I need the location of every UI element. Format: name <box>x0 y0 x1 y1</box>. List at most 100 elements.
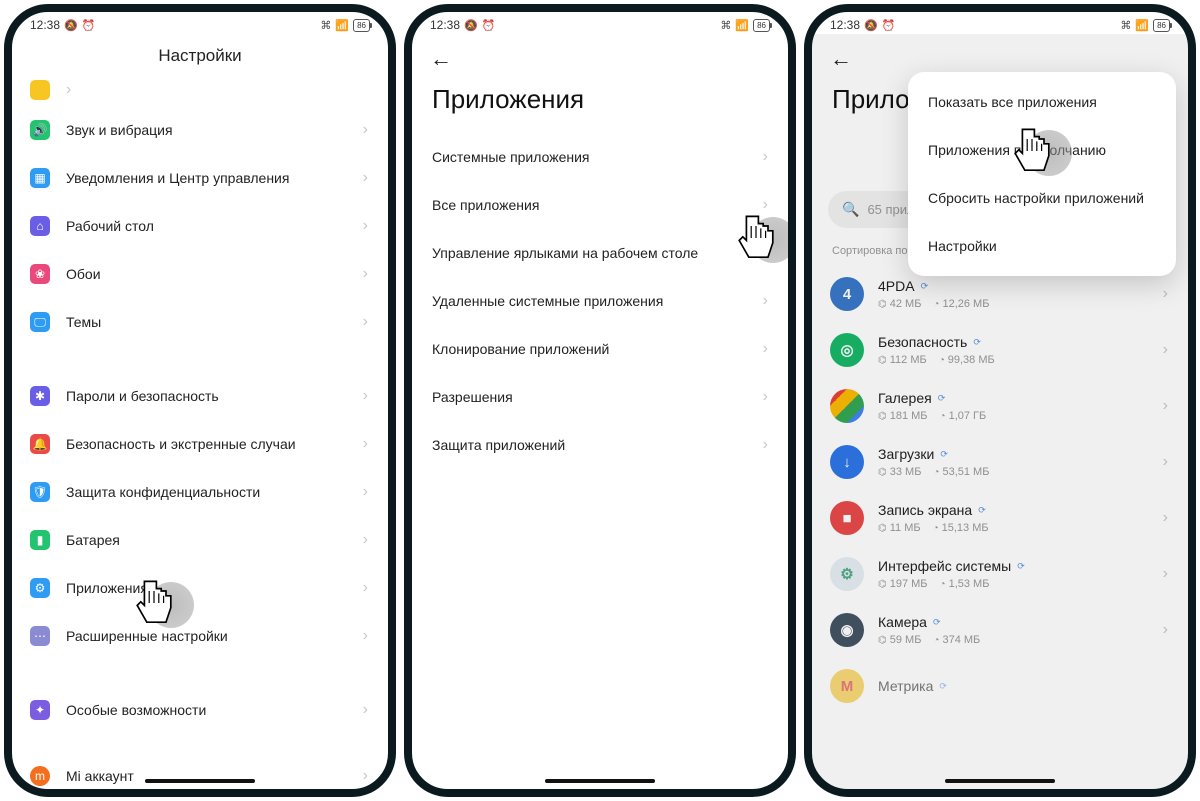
status-bar: 12:38 🔕 ⏰ ⌘ 📶 86 <box>812 12 1188 34</box>
phone-settings: 12:38 🔕 ⏰ ⌘ 📶 86 Настройки › 🔊 Звук и ви… <box>4 4 396 797</box>
key-icon: ✱ <box>30 386 50 406</box>
star-icon <box>30 80 50 100</box>
phone-apps: 12:38 🔕 ⏰ ⌘ 📶 86 ← Приложения Системные … <box>404 4 796 797</box>
apps-item-shortcuts[interactable]: Управление ярлыками на рабочем столе › <box>412 229 788 277</box>
mi-icon: m <box>30 766 50 786</box>
apps-item-clone[interactable]: Клонирование приложений › <box>412 325 788 373</box>
settings-item-sound[interactable]: 🔊 Звук и вибрация › <box>12 106 388 154</box>
battery-indicator: 86 <box>353 19 370 32</box>
settings-item-battery[interactable]: ▮ Батарея › <box>12 516 388 564</box>
settings-content: Настройки › 🔊 Звук и вибрация › ▦ Уведом… <box>12 34 388 789</box>
mute-icon: 🔕 <box>464 19 478 32</box>
page-title: Приложения <box>412 76 788 133</box>
monitor-icon: 🖵 <box>30 312 50 332</box>
accessibility-icon: ✦ <box>30 700 50 720</box>
back-button[interactable]: ← <box>826 42 856 76</box>
chevron-right-icon: › <box>66 82 71 98</box>
settings-item-desktop[interactable]: ⌂ Рабочий стол › <box>12 202 388 250</box>
data-icon: ◔ <box>933 299 939 310</box>
app-icon: ■ <box>830 501 864 535</box>
app-row-gallery[interactable]: Галерея⟳ ⌬181 МБ ◔1,07 ГБ › <box>812 379 1188 435</box>
shield-icon: 🛡 <box>30 482 50 502</box>
mute-icon: 🔕 <box>864 19 878 32</box>
wifi-icon: 📶 <box>735 19 749 32</box>
settings-item-notifications[interactable]: ▦ Уведомления и Центр управления › <box>12 154 388 202</box>
chevron-right-icon: › <box>763 149 768 165</box>
settings-item-emergency[interactable]: 🔔 Безопасность и экстренные случаи › <box>12 420 388 468</box>
chevron-right-icon: › <box>363 580 368 596</box>
menu-show-all[interactable]: Показать все приложения <box>908 78 1176 126</box>
app-icon: ⚙ <box>830 557 864 591</box>
phone-apps-list: 12:38 🔕 ⏰ ⌘ 📶 86 ← Приложения 🗑 Удаление… <box>804 4 1196 797</box>
settings-item-apps[interactable]: ⚙ Приложения › <box>12 564 388 612</box>
app-row-systemui[interactable]: ⚙ Интерфейс системы⟳ ⌬197 МБ ◔1,53 МБ › <box>812 547 1188 603</box>
mute-icon: 🔕 <box>64 19 78 32</box>
status-time: 12:38 <box>430 18 460 32</box>
storage-icon: ⌬ <box>878 467 887 478</box>
data-icon: ◔ <box>939 355 945 366</box>
settings-list-1: 🔊 Звук и вибрация › ▦ Уведомления и Цент… <box>12 106 388 346</box>
storage-icon: ⌬ <box>878 635 887 646</box>
chevron-right-icon: › <box>1163 510 1168 526</box>
status-bar: 12:38 🔕 ⏰ ⌘ 📶 86 <box>412 12 788 34</box>
app-icon <box>830 389 864 423</box>
wifi-icon: 📶 <box>335 19 349 32</box>
chevron-right-icon: › <box>1163 342 1168 358</box>
notifications-icon: ▦ <box>30 168 50 188</box>
data-icon: ◔ <box>933 523 939 534</box>
apps-item-system[interactable]: Системные приложения › <box>412 133 788 181</box>
status-time: 12:38 <box>830 18 860 32</box>
settings-item-partial[interactable]: › <box>12 80 388 106</box>
app-row-screenrec[interactable]: ■ Запись экрана⟳ ⌬11 МБ ◔15,13 МБ › <box>812 491 1188 547</box>
settings-list-2: ✱ Пароли и безопасность › 🔔 Безопасность… <box>12 372 388 660</box>
loading-icon: ⟳ <box>939 681 947 692</box>
settings-item-mi-account[interactable]: m Mi аккаунт › <box>12 752 388 789</box>
status-bar: 12:38 🔕 ⏰ ⌘ 📶 86 <box>12 12 388 34</box>
menu-reset-apps[interactable]: Сбросить настройки приложений <box>908 174 1176 222</box>
app-row-metrika[interactable]: M Метрика⟳ <box>812 659 1188 715</box>
app-row-downloads[interactable]: ↓ Загрузки⟳ ⌬33 МБ ◔53,51 МБ › <box>812 435 1188 491</box>
loading-icon: ⟳ <box>933 617 941 628</box>
settings-item-accessibility[interactable]: ✦ Особые возможности › <box>12 686 388 734</box>
back-button[interactable]: ← <box>426 42 456 76</box>
battery-indicator: 86 <box>1153 19 1170 32</box>
chevron-right-icon: › <box>763 341 768 357</box>
chevron-right-icon: › <box>363 218 368 234</box>
settings-item-wallpaper[interactable]: ❀ Обои › <box>12 250 388 298</box>
home-icon: ⌂ <box>30 216 50 236</box>
loading-icon: ⟳ <box>973 337 981 348</box>
chevron-right-icon: › <box>1163 398 1168 414</box>
chevron-right-icon: › <box>363 388 368 404</box>
chevron-right-icon: › <box>763 197 768 213</box>
app-icon: ◎ <box>830 333 864 367</box>
battery-icon: ▮ <box>30 530 50 550</box>
home-indicator[interactable] <box>945 779 1055 783</box>
chevron-right-icon: › <box>363 484 368 500</box>
loading-icon: ⟳ <box>921 281 929 292</box>
settings-item-themes[interactable]: 🖵 Темы › <box>12 298 388 346</box>
alarm-icon: ⏰ <box>82 19 96 32</box>
home-indicator[interactable] <box>545 779 655 783</box>
settings-item-advanced[interactable]: ⋯ Расширенные настройки › <box>12 612 388 660</box>
app-row-security[interactable]: ◎ Безопасность⟳ ⌬112 МБ ◔99,38 МБ › <box>812 323 1188 379</box>
storage-icon: ⌬ <box>878 299 887 310</box>
settings-item-passwords[interactable]: ✱ Пароли и безопасность › <box>12 372 388 420</box>
chevron-right-icon: › <box>763 437 768 453</box>
home-indicator[interactable] <box>145 779 255 783</box>
apps-item-uninstalled[interactable]: Удаленные системные приложения › <box>412 277 788 325</box>
volume-icon: 🔊 <box>30 120 50 140</box>
menu-settings[interactable]: Настройки <box>908 222 1176 270</box>
app-row-camera[interactable]: ◉ Камера⟳ ⌬59 МБ ◔374 МБ › <box>812 603 1188 659</box>
apps-item-all[interactable]: Все приложения › <box>412 181 788 229</box>
loading-icon: ⟳ <box>938 393 946 404</box>
chevron-right-icon: › <box>1163 566 1168 582</box>
apps-item-permissions[interactable]: Разрешения › <box>412 373 788 421</box>
settings-item-privacy[interactable]: 🛡 Защита конфиденциальности › <box>12 468 388 516</box>
chevron-right-icon: › <box>363 266 368 282</box>
chevron-right-icon: › <box>763 389 768 405</box>
alarm-icon: ⏰ <box>482 19 496 32</box>
menu-default-apps[interactable]: Приложения по умолчанию <box>908 126 1176 174</box>
loading-icon: ⟳ <box>1017 561 1025 572</box>
storage-icon: ⌬ <box>878 523 887 534</box>
apps-item-protection[interactable]: Защита приложений › <box>412 421 788 469</box>
